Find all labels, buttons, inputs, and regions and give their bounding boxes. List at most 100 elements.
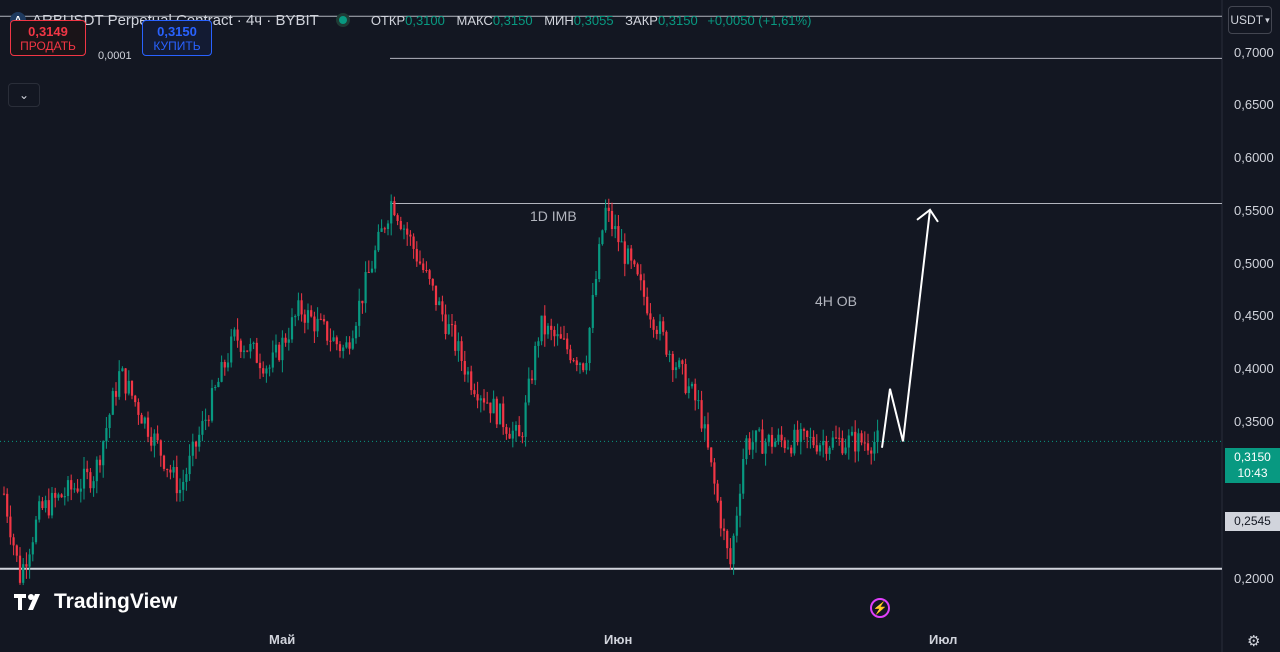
candle-body <box>457 341 460 351</box>
candle-body <box>719 500 722 529</box>
candle-body <box>751 442 754 450</box>
candle-body <box>409 234 412 237</box>
candle-body <box>422 263 425 271</box>
candle-body <box>76 488 79 492</box>
candle-body <box>614 226 617 230</box>
candle-body <box>268 367 271 369</box>
candle-body <box>41 501 44 509</box>
candle-body <box>847 435 850 448</box>
candle-body <box>22 564 25 583</box>
ohlc-open-value: 0,3100 <box>405 12 445 28</box>
collapse-legend-button[interactable]: ⌄ <box>8 83 40 107</box>
candle-body <box>735 515 738 536</box>
candle-body <box>265 368 268 374</box>
candle-body <box>572 360 575 362</box>
candle-body <box>182 481 185 490</box>
gear-icon[interactable]: ⚙ <box>1247 632 1260 650</box>
candle-body <box>764 442 767 454</box>
candle-body <box>354 325 358 339</box>
candle-body <box>569 349 572 361</box>
candle-body <box>534 345 537 381</box>
candle-body <box>329 340 332 342</box>
candle-body <box>198 434 201 447</box>
ohlc-low-value: 0,3055 <box>573 12 614 28</box>
candle-body <box>18 555 22 583</box>
y-tick-label: 0,5500 <box>1234 203 1274 218</box>
candle-body <box>342 347 345 352</box>
brand-name: TradingView <box>54 590 178 613</box>
candle-body <box>706 424 710 448</box>
candle-body <box>786 447 790 449</box>
ob-zone-label: 4H OB <box>815 293 858 309</box>
candle-body <box>716 483 719 501</box>
candle-body <box>822 441 825 446</box>
price-chart[interactable] <box>0 0 1280 652</box>
candle-body <box>73 488 76 490</box>
candle-body <box>92 481 95 489</box>
candle-body <box>598 244 601 279</box>
candle-body <box>121 368 124 372</box>
chart-header: A ARBUSDT Perpetual Contract · 4ч · BYBI… <box>10 9 811 31</box>
market-status-icon[interactable] <box>338 16 347 24</box>
y-tick-label: 0,5000 <box>1234 256 1274 271</box>
candle-body <box>290 317 294 340</box>
currency-selector[interactable]: USDT ▾ <box>1228 6 1272 34</box>
candle-body <box>678 360 681 368</box>
lightning-icon[interactable]: ⚡ <box>870 598 890 618</box>
candle-body <box>767 434 770 443</box>
candle-body <box>322 319 326 322</box>
candle-body <box>345 342 348 348</box>
candle-body <box>665 331 668 355</box>
ohlc-open-label: ОТКР <box>370 12 406 28</box>
candle-body <box>690 383 694 387</box>
candle-body <box>159 440 162 456</box>
candle-body <box>630 248 633 261</box>
chevron-down-icon: ⌄ <box>18 88 30 102</box>
candle-body <box>185 474 188 482</box>
candle-body <box>710 447 713 463</box>
candle-body <box>306 310 310 323</box>
y-tick-label: 0,6000 <box>1234 150 1274 165</box>
support-level-tag: 0,2545 <box>1225 512 1280 531</box>
current-price-value: 0,3150 <box>1234 450 1271 464</box>
candle-body <box>694 383 697 401</box>
candle-body <box>476 394 479 401</box>
candle-body <box>418 261 422 264</box>
x-tick-label: Июл <box>929 632 958 647</box>
tradingview-logo[interactable]: TradingView <box>14 590 177 614</box>
sell-button[interactable]: 0,3149 ПРОДАТЬ <box>10 20 86 56</box>
candle-body <box>537 341 540 346</box>
candle-body <box>252 342 255 344</box>
projection-arrow-path <box>881 209 931 448</box>
candle-body <box>505 427 508 434</box>
candle-body <box>319 318 322 320</box>
candle-body <box>642 280 646 297</box>
candle-body <box>114 391 118 397</box>
candle-body <box>713 462 716 484</box>
candle-body <box>684 364 687 394</box>
candle-body <box>66 480 70 497</box>
candle-body <box>559 334 562 339</box>
candle-body <box>108 414 111 429</box>
candle-body <box>738 493 742 516</box>
candle-body <box>655 329 658 334</box>
candle-body <box>594 278 598 296</box>
candle-body <box>495 398 498 425</box>
candle-body <box>98 459 102 466</box>
candle-body <box>361 300 364 304</box>
candle-body <box>550 325 553 330</box>
buy-label: КУПИТЬ <box>153 39 201 53</box>
candle-body <box>220 362 223 382</box>
candle-body <box>662 321 665 332</box>
candle-body <box>876 430 879 442</box>
candle-body <box>150 436 153 446</box>
candle-body <box>825 441 828 454</box>
candle-body <box>383 228 386 230</box>
candle-body <box>745 438 748 460</box>
candle-body <box>313 316 316 332</box>
ohlc-high-value: 0,3150 <box>492 12 533 28</box>
candle-body <box>758 429 761 431</box>
ohlc-readout: ОТКР0,3100 МАКС0,3150 МИН0,3055 ЗАКР0,31… <box>363 13 812 28</box>
candle-body <box>681 360 684 365</box>
buy-button[interactable]: 0,3150 КУПИТЬ <box>142 20 212 56</box>
